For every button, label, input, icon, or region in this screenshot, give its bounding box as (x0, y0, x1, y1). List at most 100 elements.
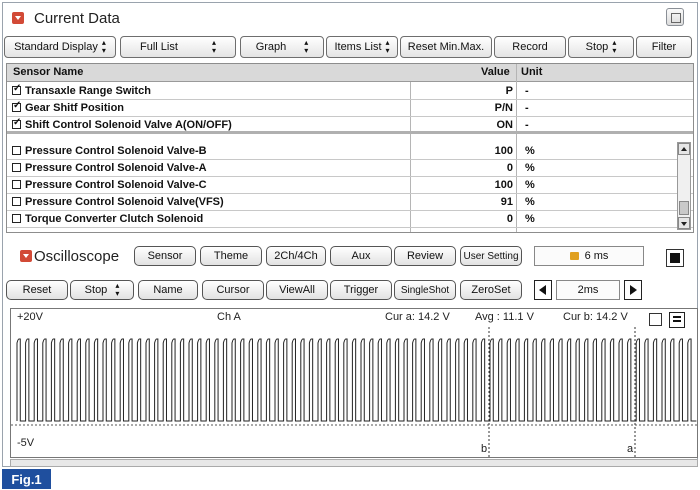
channel-label: Ch A (217, 311, 241, 323)
channel-checkbox[interactable] (649, 313, 662, 326)
spinner-icon: ▴ ▾ (612, 38, 617, 55)
standard-display-select[interactable]: Standard Display ▴ ▾ (4, 36, 116, 58)
timebase-decrease-icon[interactable] (534, 280, 552, 300)
average-readout: Avg : 11.1 V (475, 311, 534, 323)
row-checkbox[interactable] (12, 197, 21, 206)
full-list-label: Full List (140, 41, 178, 53)
sensor-unit: - (525, 85, 529, 97)
sensor-value: 100 (494, 145, 513, 157)
timebase-increase-icon[interactable] (624, 280, 642, 300)
oscilloscope-screen[interactable]: +20V Ch A Cur a: 14.2 V Avg : 11.1 V Cur… (10, 308, 698, 458)
table-row[interactable]: Transaxle Range Switch P- (7, 83, 693, 100)
column-unit: Unit (521, 66, 543, 78)
table-row[interactable]: Torque Converter Clutch Solenoid 0% (7, 211, 693, 228)
items-list-label: Items List (334, 41, 382, 53)
collapse-icon[interactable] (20, 250, 32, 262)
sensor-unit: % (525, 162, 535, 174)
table-row[interactable]: Pressure Control Solenoid Valve-C 100% (7, 177, 693, 194)
theme-button[interactable]: Theme (200, 246, 262, 266)
cursor-a-readout: Cur a: 14.2 V (385, 311, 450, 323)
table-header: Sensor Name Value Unit (7, 64, 693, 82)
sensor-value: ON (496, 119, 514, 131)
name-button[interactable]: Name (138, 280, 198, 300)
column-sensor-name: Sensor Name (13, 66, 84, 78)
sensor-unit: % (525, 179, 535, 191)
spinner-icon: ▴ ▾ (115, 281, 120, 298)
menu-icon[interactable] (669, 312, 685, 328)
sensor-unit: % (525, 196, 535, 208)
row-checkbox[interactable] (12, 100, 21, 112)
stop-select[interactable]: Stop ▴ ▾ (568, 36, 634, 58)
table-scrollbar[interactable] (677, 142, 691, 230)
scroll-down-icon[interactable] (678, 217, 690, 229)
sensor-name: Gear Shitf Position (25, 102, 125, 114)
time-display: 6 ms (534, 246, 644, 266)
column-value: Value (481, 66, 510, 78)
reset-minmax-button[interactable]: Reset Min.Max. (400, 36, 492, 58)
sensor-name: Pressure Control Solenoid Valve(VFS) (25, 196, 224, 208)
row-checkbox[interactable] (12, 214, 21, 223)
table-row[interactable]: Pressure Control Solenoid Valve-A 0% (7, 160, 693, 177)
oscilloscope-header: Oscilloscope Sensor Theme 2Ch/4Ch Aux Re… (4, 244, 692, 268)
sensor-value: 91 (500, 196, 513, 208)
spinner-icon: ▴ ▾ (304, 38, 309, 55)
sensor-name: Transaxle Range Switch (25, 85, 151, 97)
singleshot-button[interactable]: SingleShot (394, 280, 456, 300)
graph-label: Graph (255, 41, 287, 53)
filter-button[interactable]: Filter (636, 36, 692, 58)
lock-icon (569, 252, 579, 260)
user-setting-button[interactable]: User Setting (460, 246, 522, 266)
full-list-select[interactable]: Full List ▴ ▾ (120, 36, 236, 58)
current-data-title: Current Data (34, 9, 120, 27)
row-checkbox[interactable] (12, 83, 21, 95)
sensor-unit: % (525, 145, 535, 157)
timebase-display: 2ms (556, 280, 620, 300)
waveform-trace (16, 338, 697, 422)
reset-button[interactable]: Reset (6, 280, 68, 300)
collapse-icon[interactable] (12, 12, 24, 24)
sensor-unit: - (525, 102, 529, 114)
review-button[interactable]: Review (394, 246, 456, 266)
table-row[interactable]: Gear Shitf Position P/N- (7, 100, 693, 117)
current-data-header: Current Data (4, 6, 692, 30)
graph-select[interactable]: Graph ▴ ▾ (240, 36, 324, 58)
oscilloscope-title: Oscilloscope (34, 248, 120, 265)
zeroset-button[interactable]: ZeroSet (460, 280, 522, 300)
sensor-unit: - (525, 119, 529, 131)
table-row[interactable]: Pressure Control Solenoid Valve(VFS) 91% (7, 194, 693, 211)
row-checkbox[interactable] (12, 163, 21, 172)
standard-display-label: Standard Display (14, 41, 98, 53)
stop-square-icon[interactable] (666, 249, 684, 267)
top-scale-label: +20V (17, 311, 43, 323)
maximize-icon[interactable] (666, 8, 684, 26)
viewall-button[interactable]: ViewAll (266, 280, 328, 300)
scroll-thumb[interactable] (679, 201, 689, 215)
sensor-name: Pressure Control Solenoid Valve-B (25, 145, 207, 157)
cursor-b-readout: Cur b: 14.2 V (563, 311, 628, 323)
stop-label: Stop (585, 41, 609, 53)
sensor-button[interactable]: Sensor (134, 246, 196, 266)
row-checkbox[interactable] (12, 117, 21, 129)
cursor-button[interactable]: Cursor (202, 280, 264, 300)
trigger-button[interactable]: Trigger (330, 280, 392, 300)
scope-horizontal-scrollbar[interactable] (10, 459, 698, 467)
cursor-b-marker: b (481, 443, 488, 455)
row-checkbox[interactable] (12, 180, 21, 189)
stop-select[interactable]: Stop ▴ ▾ (70, 280, 134, 300)
2ch-4ch-button[interactable]: 2Ch/4Ch (266, 246, 326, 266)
sensor-name: Pressure Control Solenoid Valve-C (25, 179, 207, 191)
scroll-up-icon[interactable] (678, 143, 690, 155)
record-button[interactable]: Record (494, 36, 566, 58)
items-list-select[interactable]: Items List ▴ ▾ (326, 36, 398, 58)
oscilloscope-controls: Reset Stop ▴ ▾ Name Cursor ViewAll Trigger… (4, 278, 692, 302)
aux-button[interactable]: Aux (330, 246, 392, 266)
sensor-name: Torque Converter Clutch Solenoid (25, 213, 204, 225)
spinner-icon: ▴ ▾ (385, 38, 390, 55)
cursor-a-marker: a (627, 443, 634, 455)
table-row[interactable]: Pressure Control Solenoid Valve-B 100% (7, 143, 693, 160)
bottom-scale-label: -5V (17, 437, 35, 449)
sensor-value: P/N (494, 102, 513, 114)
table-row[interactable]: Shift Control Solenoid Valve A(ON/OFF) ON… (7, 117, 693, 134)
row-checkbox[interactable] (12, 146, 21, 155)
sensor-value: 0 (506, 213, 513, 225)
